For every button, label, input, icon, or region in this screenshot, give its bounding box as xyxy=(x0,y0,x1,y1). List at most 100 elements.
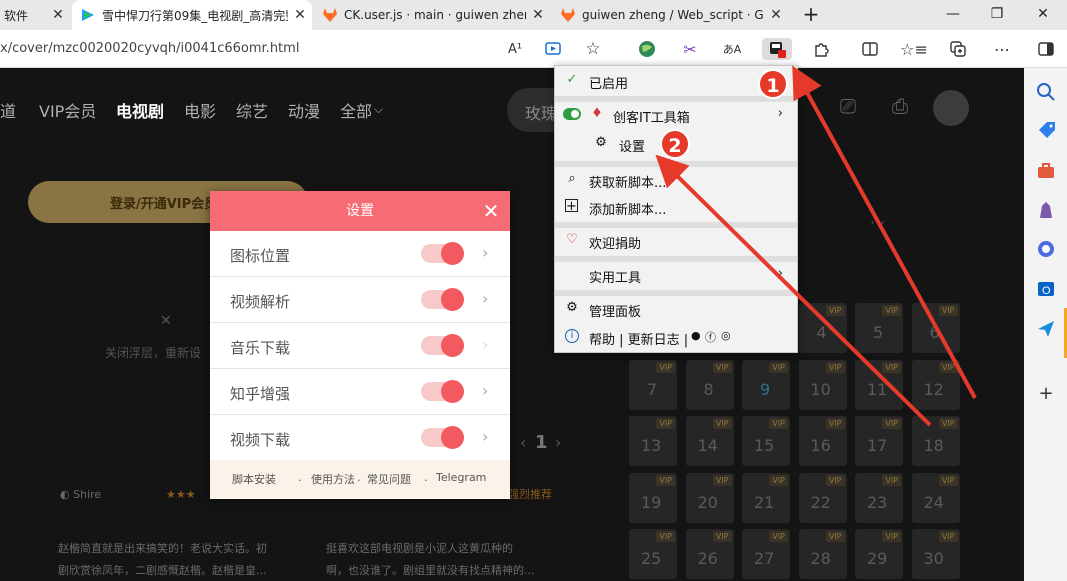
setting-row-zhihu-enhance[interactable]: 知乎增强 › xyxy=(210,369,510,415)
episode-cell[interactable]: VIP 8 xyxy=(685,359,734,410)
episode-cell[interactable]: VIP 5 xyxy=(855,303,903,353)
media-icon[interactable] xyxy=(541,38,565,60)
episode-cell[interactable]: VIP 22 xyxy=(798,472,847,523)
send-icon[interactable] xyxy=(1036,319,1056,339)
menu-help[interactable]: i 帮助 | 更新日志 | ● ⓕ ◎ xyxy=(555,324,797,350)
github-icon[interactable]: ● xyxy=(691,329,701,342)
minimize-icon[interactable]: — xyxy=(938,3,968,25)
episode-cell[interactable]: VIP 21 xyxy=(742,472,790,523)
nav-tv[interactable]: 电视剧 xyxy=(116,98,164,122)
favorites-icon[interactable]: ☆≡ xyxy=(900,38,928,60)
close-tab-icon[interactable]: ✕ xyxy=(288,7,312,23)
tools-icon[interactable] xyxy=(1036,161,1056,181)
episode-cell[interactable]: VIP 10 xyxy=(798,359,847,410)
nav-item[interactable]: 道 xyxy=(0,98,16,122)
outlook-icon[interactable]: O xyxy=(1036,279,1056,299)
episode-cell[interactable]: VIP 13 xyxy=(629,416,677,466)
instagram-icon[interactable]: ◎ xyxy=(721,329,731,342)
setting-row-icon-position[interactable]: 图标位置 › xyxy=(210,231,510,277)
toggle-switch[interactable] xyxy=(421,242,464,265)
history-icon[interactable]: ⎙ xyxy=(892,94,908,118)
episode-cell[interactable]: VIP 16 xyxy=(798,416,847,466)
chevron-right-icon[interactable]: › xyxy=(482,335,488,354)
setting-row-video-download[interactable]: 视频下载 › xyxy=(210,415,510,461)
close-tab-icon[interactable]: ✕ xyxy=(764,7,788,23)
tab-gitlab-repo[interactable]: guiwen zheng / Web_script · GitLab ✕ xyxy=(552,0,788,30)
setting-row-music-download[interactable]: 音乐下载 › xyxy=(210,323,510,369)
episode-cell[interactable]: VIP 23 xyxy=(855,472,903,523)
split-screen-icon[interactable] xyxy=(858,38,882,60)
nav-all[interactable]: 全部 xyxy=(340,98,372,122)
restore-icon[interactable]: ❐ xyxy=(982,3,1012,25)
episode-cell[interactable]: VIP 19 xyxy=(629,472,677,523)
menu-toolbox[interactable]: ♦ 创客IT工具箱 › xyxy=(555,102,797,128)
menu-dashboard[interactable]: ⚙ 管理面板 xyxy=(555,296,797,322)
episode-cell[interactable]: VIP 20 xyxy=(685,472,734,523)
menu-donate[interactable]: ♡ 欢迎捐助 xyxy=(555,228,797,254)
add-icon[interactable]: + xyxy=(1036,383,1056,404)
more-options-icon[interactable]: ⋯ xyxy=(990,38,1014,60)
episode-cell[interactable]: VIP 25 xyxy=(629,529,677,579)
tab-video[interactable]: 雪中悍刀行第09集_电视剧_高清完整版 ✕ xyxy=(72,0,312,30)
nav-vip[interactable]: VIP会员 xyxy=(39,98,96,122)
menu-utilities[interactable]: 实用工具 › xyxy=(555,262,797,288)
close-icon[interactable]: ✕ xyxy=(160,313,172,329)
favorite-star-icon[interactable]: ☆ xyxy=(581,38,605,60)
link-faq[interactable]: 常见问题 xyxy=(367,471,411,487)
more-dots-icon[interactable]: ··· xyxy=(870,213,885,232)
tab-software[interactable]: 软件 ✕ xyxy=(0,0,70,30)
translate-icon[interactable]: あA xyxy=(720,38,744,60)
episode-cell[interactable]: VIP 7 xyxy=(629,359,677,410)
episode-cell[interactable]: VIP 28 xyxy=(798,529,847,579)
episode-cell[interactable]: VIP 26 xyxy=(685,529,734,579)
tab-ck-userjs[interactable]: CK.user.js · main · guiwen zheng / W ✕ xyxy=(314,0,550,30)
episode-cell[interactable]: VIP 24 xyxy=(911,472,960,523)
toggle-switch[interactable] xyxy=(421,426,464,449)
read-aloud-icon[interactable]: A¹ xyxy=(503,38,527,60)
page-prev-icon[interactable]: ‹ xyxy=(520,433,526,452)
menu-add-script[interactable]: + 添加新脚本... xyxy=(555,194,797,220)
episode-cell[interactable]: VIP 9 xyxy=(742,359,790,410)
userscript-extension-icon[interactable] xyxy=(762,38,792,60)
avatar[interactable] xyxy=(933,90,969,126)
menu-get-scripts[interactable]: ⌕ 获取新脚本... xyxy=(555,167,797,193)
episode-cell[interactable]: VIP 4 xyxy=(798,303,847,353)
collections-icon[interactable] xyxy=(946,38,970,60)
link-install[interactable]: 脚本安装 xyxy=(232,471,276,487)
close-dialog-button[interactable]: ✕ xyxy=(478,191,504,231)
episode-cell[interactable]: VIP 27 xyxy=(742,529,790,579)
globe-extension-icon[interactable] xyxy=(635,38,659,60)
upload-video-icon[interactable]: ⎚ xyxy=(840,94,856,118)
close-tab-icon[interactable]: ✕ xyxy=(46,7,70,23)
close-tab-icon[interactable]: ✕ xyxy=(526,7,550,23)
chevron-right-icon[interactable]: › xyxy=(482,289,488,308)
link-usage[interactable]: 使用方法 xyxy=(311,471,355,487)
url-field[interactable]: x/cover/mzc0020020cyvqh/i0041c66omr.html xyxy=(0,41,299,56)
link-telegram[interactable]: Telegram xyxy=(436,471,486,484)
chevron-right-icon[interactable]: › xyxy=(482,243,488,262)
nav-anime[interactable]: 动漫 xyxy=(288,98,320,122)
toggle-switch[interactable] xyxy=(421,380,464,403)
episode-cell[interactable]: VIP 18 xyxy=(911,416,960,466)
setting-row-video-parse[interactable]: 视频解析 › xyxy=(210,277,510,323)
close-window-icon[interactable]: ✕ xyxy=(1028,3,1058,25)
toggle-switch[interactable] xyxy=(421,334,464,357)
episode-cell[interactable]: VIP 15 xyxy=(742,416,790,466)
episode-cell[interactable]: VIP 6 xyxy=(911,303,960,353)
copilot-icon[interactable] xyxy=(1036,239,1056,259)
scissors-extension-icon[interactable]: ✂ xyxy=(678,38,702,60)
shopping-tag-icon[interactable] xyxy=(1036,121,1056,141)
facebook-icon[interactable]: ⓕ xyxy=(705,329,716,345)
episode-cell[interactable]: VIP 12 xyxy=(911,359,960,410)
episode-cell[interactable]: VIP 11 xyxy=(855,359,903,410)
search-icon[interactable] xyxy=(1036,82,1056,102)
episode-cell[interactable]: VIP 29 xyxy=(855,529,903,579)
episode-cell[interactable]: VIP 30 xyxy=(911,529,960,579)
nav-variety[interactable]: 综艺 xyxy=(236,98,268,122)
sidebar-toggle-icon[interactable] xyxy=(1034,38,1058,60)
toggle-switch[interactable] xyxy=(421,288,464,311)
page-next-icon[interactable]: › xyxy=(555,433,561,452)
episode-cell[interactable]: VIP 14 xyxy=(685,416,734,466)
new-tab-button[interactable]: + xyxy=(796,3,826,25)
games-icon[interactable] xyxy=(1036,200,1056,220)
